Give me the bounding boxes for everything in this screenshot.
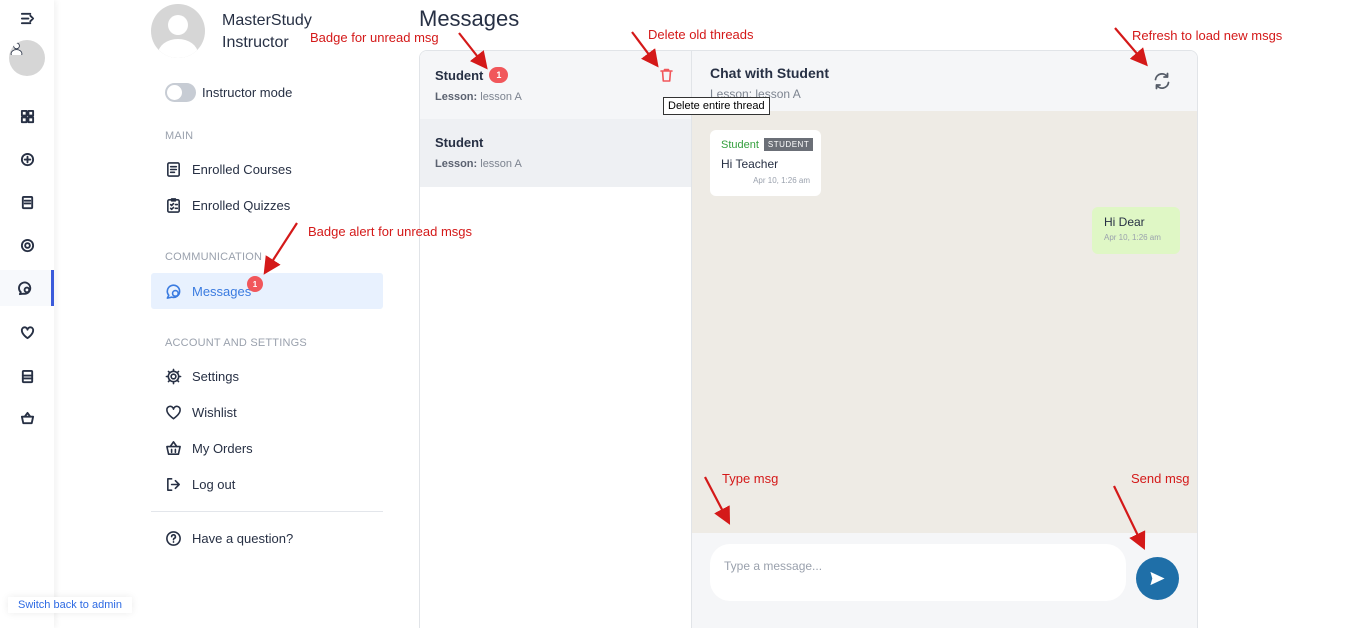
switch-back-to-admin-link[interactable]: Switch back to admin [8,597,132,613]
thread-item[interactable]: Student Lesson: lesson A [420,119,691,187]
dashboard-icon[interactable] [0,98,54,134]
nav-have-a-question[interactable]: Have a question? [151,520,383,556]
outgoing-message: Hi Dear Apr 10, 1:26 am [1092,207,1180,254]
gear-icon [165,368,182,384]
instructor-mode-label: Instructor mode [202,85,293,100]
instructor-mode-toggle-row[interactable]: Instructor mode [165,83,292,102]
nav-enrolled-quizzes[interactable]: Enrolled Quizzes [151,187,383,223]
annotation-delete-threads: Delete old threads [648,27,754,42]
messages-unread-badge: 1 [247,276,263,292]
message-sender: Student [721,138,759,151]
orders-rail-icon[interactable] [0,358,54,394]
annotation-badge-alert: Badge alert for unread msgs [308,224,473,239]
nav-label: Wishlist [192,404,237,420]
arrow-badge-alert [263,222,298,275]
trash-icon [660,68,673,82]
basket-icon [166,440,181,455]
refresh-button[interactable] [1150,69,1174,93]
nav-wishlist[interactable]: Wishlist [151,394,383,430]
profile-avatar[interactable] [151,4,205,58]
settings-rail-icon[interactable] [0,227,54,263]
delete-thread-tooltip: Delete entire thread [663,97,770,115]
thread-name: Student [435,67,484,83]
thread-lesson-label: Lesson: [435,158,478,170]
thread-lesson-label: Lesson: [435,91,478,103]
nav-label: Settings [192,368,239,384]
delete-thread-button[interactable] [660,68,674,82]
message-input[interactable] [710,544,1126,601]
courses-icon[interactable] [0,184,54,220]
nav-label: Enrolled Courses [192,161,292,177]
send-button[interactable] [1136,557,1179,600]
chat-footer [692,533,1197,628]
nav-messages[interactable]: Messages 1 [151,273,383,309]
annotation-send-msg: Send msg [1131,471,1190,486]
message-text: Hi Teacher [721,157,779,171]
nav-enrolled-courses[interactable]: Enrolled Courses [151,151,383,187]
send-icon [1150,571,1165,586]
logout-icon [167,477,180,491]
document-icon [167,161,180,177]
icon-rail [0,0,54,628]
thread-unread-badge: 1 [489,67,509,83]
clipboard-icon [167,197,180,213]
wishlist-rail-icon[interactable] [0,314,54,350]
annotation-unread-badge: Badge for unread msg [310,30,439,45]
page-title: Messages [419,6,520,31]
sidebar-divider [151,511,383,512]
chat-icon [166,283,181,299]
nav-settings[interactable]: Settings [151,358,383,394]
basket-rail-icon[interactable] [0,400,54,436]
sender-role-badge: STUDENT [763,138,814,151]
message-time: Apr 10, 1:26 am [753,176,810,185]
messages-rail-icon[interactable] [0,270,54,306]
chat-title: Chat with Student [710,65,829,81]
refresh-icon [1154,72,1170,90]
question-icon [166,530,181,546]
thread-lesson: lesson A [480,91,522,103]
thread-list: Student 1 Lesson: lesson A Student Lesso… [420,51,692,628]
messages-panel: Student 1 Lesson: lesson A Student Lesso… [419,50,1198,628]
nav-my-orders[interactable]: My Orders [151,430,383,466]
message-time: Apr 10, 1:26 am [1104,233,1161,242]
rail-avatar[interactable] [9,40,45,76]
message-text: Hi Dear [1104,215,1145,229]
chat-body: Student STUDENT Hi Teacher Apr 10, 1:26 … [692,111,1197,533]
incoming-message: Student STUDENT Hi Teacher Apr 10, 1:26 … [710,130,821,196]
add-course-icon[interactable] [0,141,54,177]
heart-icon [166,405,181,419]
section-communication: COMMUNICATION [165,251,263,263]
thread-lesson: lesson A [480,158,522,170]
thread-name: Student [435,135,484,150]
nav-log-out[interactable]: Log out [151,466,383,502]
annotation-refresh: Refresh to load new msgs [1132,28,1283,43]
nav-label: My Orders [192,440,253,456]
section-main: MAIN [165,130,194,142]
nav-label: Enrolled Quizzes [192,197,291,213]
nav-label: Messages [192,283,252,299]
instructor-mode-toggle[interactable] [165,83,196,102]
annotation-type-msg: Type msg [722,471,779,486]
chat-lesson: Lesson: lesson A [710,87,801,101]
nav-label: Have a question? [192,530,294,546]
section-account: ACCOUNT AND SETTINGS [165,337,307,349]
collapse-menu-icon[interactable] [0,0,54,36]
thread-item[interactable]: Student 1 Lesson: lesson A [420,51,691,119]
nav-label: Log out [192,476,236,492]
